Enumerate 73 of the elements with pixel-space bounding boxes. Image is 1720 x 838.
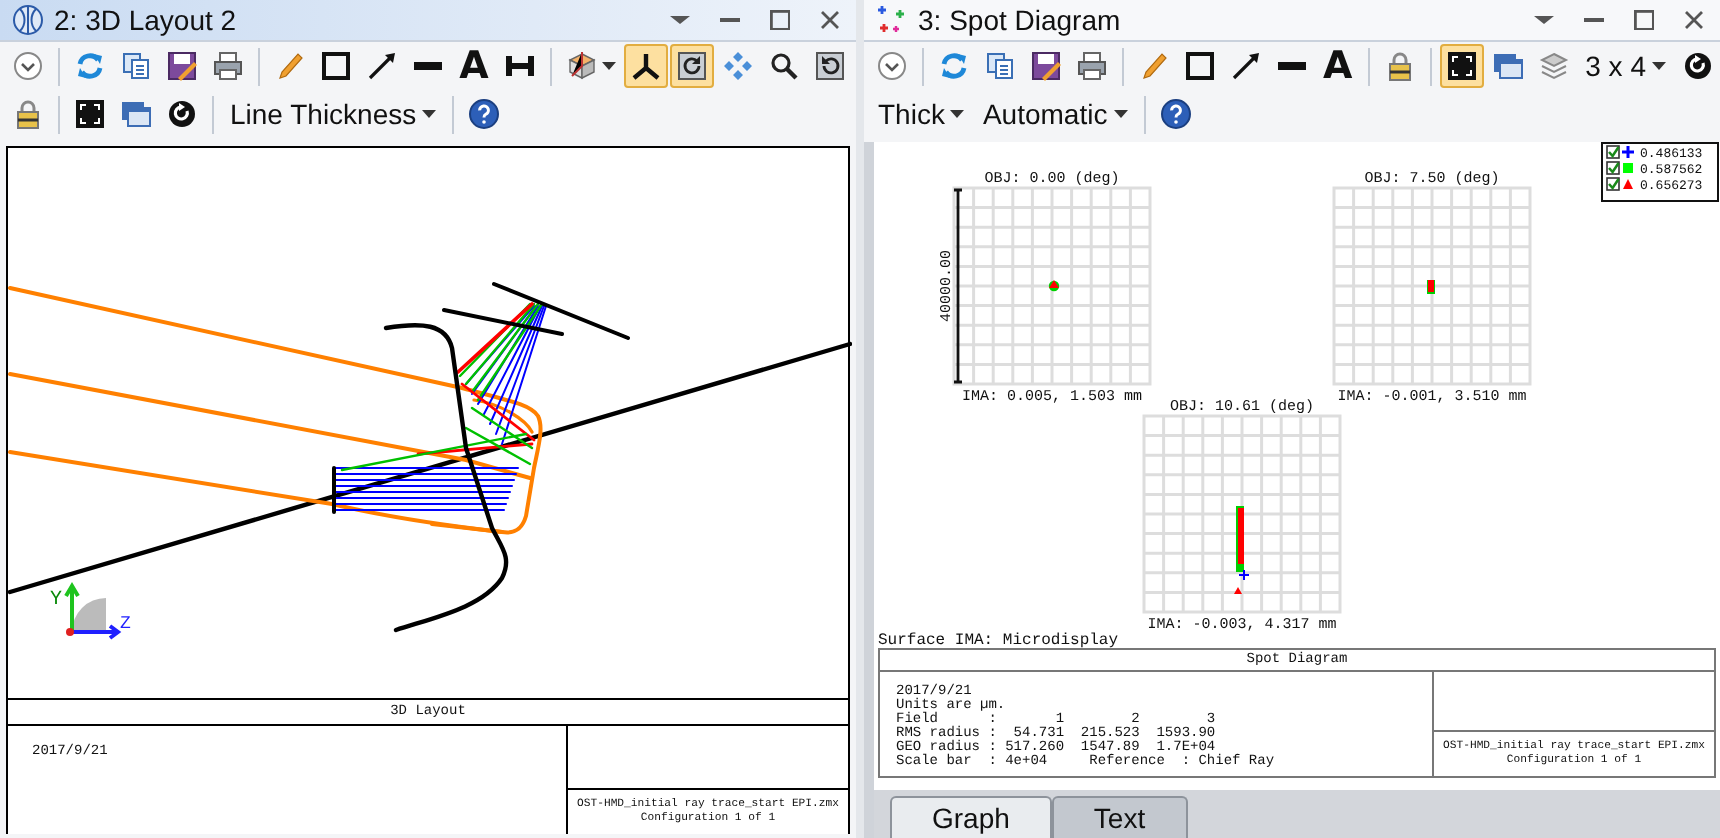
- rectangle-icon: [320, 50, 352, 82]
- help-icon: [1159, 98, 1192, 130]
- reset-icon: [814, 50, 846, 82]
- minimize-icon: [1584, 18, 1604, 22]
- printer-icon: [1075, 50, 1108, 82]
- close-button[interactable]: [1680, 6, 1708, 34]
- rotate-icon: [676, 50, 708, 82]
- layers-icon: [1537, 50, 1570, 82]
- checkbox[interactable]: [1606, 145, 1620, 159]
- maximize-button[interactable]: [1630, 6, 1658, 34]
- save-icon: [166, 50, 198, 82]
- pencil-icon: [1137, 50, 1170, 82]
- lens-icon: [12, 4, 44, 36]
- save-icon: [1029, 50, 1062, 82]
- caret-icon: [602, 62, 616, 70]
- checkbox[interactable]: [1606, 161, 1620, 175]
- caret-icon: [950, 110, 965, 118]
- minimize-icon: [720, 18, 740, 22]
- frame-icon: [74, 98, 106, 130]
- padlock-icon: [12, 98, 44, 130]
- search-icon: [768, 50, 800, 82]
- axes-icon: [630, 50, 662, 82]
- window-icon: [1491, 50, 1524, 82]
- pencil-icon: [274, 50, 306, 82]
- maximize-button[interactable]: [766, 6, 794, 34]
- text-tool-button[interactable]: A: [452, 44, 496, 88]
- window-title: 2: 3D Layout 2: [54, 1, 237, 40]
- close-icon: [820, 10, 840, 30]
- tab[interactable]: Graph: [890, 796, 1052, 838]
- window-title: 3: Spot Diagram: [918, 1, 1121, 40]
- padlock-icon: [1383, 50, 1416, 82]
- sparkle-icon: [876, 4, 908, 36]
- checkbox[interactable]: [1606, 177, 1620, 191]
- close-button[interactable]: [816, 6, 844, 34]
- copy-icon: [120, 50, 152, 82]
- frame-button[interactable]: [1439, 44, 1484, 88]
- chevron-down-icon: [876, 50, 908, 82]
- axis-label: Y: [50, 590, 63, 612]
- close-icon: [1684, 10, 1704, 30]
- tab[interactable]: Text: [1051, 796, 1188, 838]
- arrow-icon: [366, 50, 398, 82]
- cube-icon: [566, 50, 598, 82]
- window-icon: [120, 98, 152, 130]
- dropdown-button[interactable]: Line Thickness: [222, 92, 445, 136]
- refresh-icon: [937, 50, 970, 82]
- caret-icon: [1651, 62, 1666, 70]
- dimension-icon: [504, 50, 536, 82]
- caret-icon: [422, 110, 437, 118]
- dropdown-button[interactable]: Automatic: [974, 92, 1136, 136]
- axis-triad-icon: [64, 582, 122, 640]
- frame-icon: [1445, 50, 1478, 82]
- rectangle-icon: [1183, 50, 1216, 82]
- window-menu-icon: [670, 16, 690, 24]
- power-icon: [1681, 50, 1714, 82]
- move-icon: [722, 50, 754, 82]
- arrow-icon: [1229, 50, 1262, 82]
- dropdown-button[interactable]: Thick: [870, 92, 973, 136]
- window-menu-icon: [1534, 16, 1554, 24]
- copy-icon: [983, 50, 1016, 82]
- refresh-icon: [74, 50, 106, 82]
- power-icon: [166, 98, 198, 130]
- help-icon: [468, 98, 501, 130]
- dropdown-button[interactable]: 3 x 4: [1577, 44, 1674, 88]
- axis-label: Z: [120, 614, 131, 634]
- rotate-button[interactable]: [670, 44, 714, 88]
- axes-button[interactable]: [624, 44, 668, 88]
- printer-icon: [212, 50, 244, 82]
- surface-label: Surface IMA: Microdisplay: [878, 632, 1119, 648]
- maximize-icon: [769, 9, 791, 31]
- caret-icon: [1113, 110, 1128, 118]
- maximize-icon: [1633, 9, 1655, 31]
- text-tool-button[interactable]: A: [1315, 44, 1360, 88]
- chevron-down-icon: [12, 50, 44, 82]
